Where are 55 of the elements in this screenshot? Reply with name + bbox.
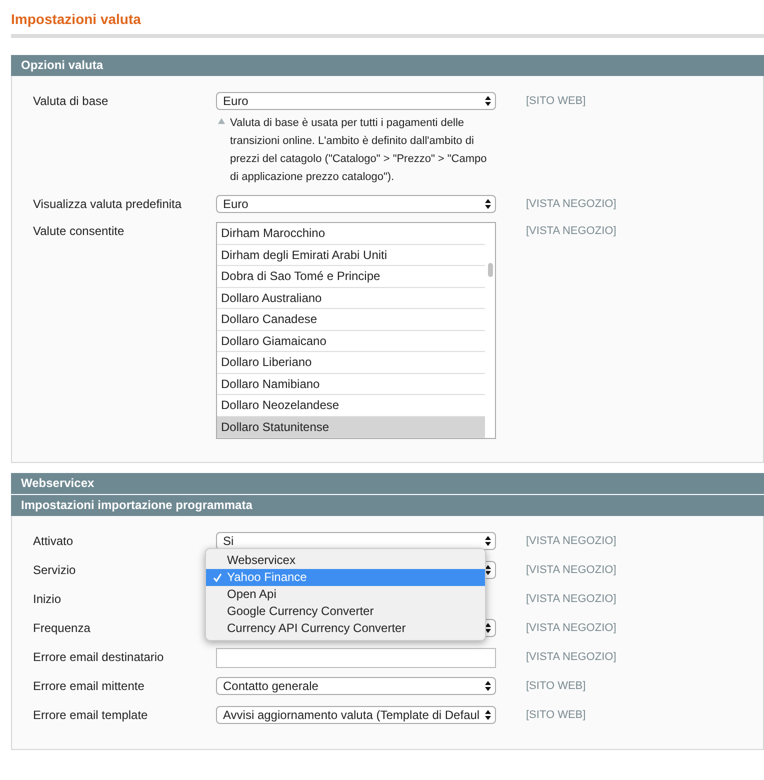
scope-label: [SITO WEB]: [526, 679, 586, 693]
scope-label: [VISTA NEGOZIO]: [526, 197, 616, 211]
updown-arrows-icon: [485, 96, 491, 106]
section-header: Opzioni valuta: [11, 55, 764, 76]
scope-label: [VISTA NEGOZIO]: [526, 621, 616, 635]
scope-label: [VISTA NEGOZIO]: [526, 650, 616, 664]
field-label: Errore email mittente: [32, 678, 146, 693]
page-title: Impostazioni valuta: [11, 10, 142, 29]
field-label: Attivato: [32, 533, 74, 548]
field-label: Visualizza valuta predefinita: [32, 196, 183, 211]
select-field[interactable]: Avvisi aggiornamento valuta (Template di Defaul: [216, 706, 496, 724]
input-field[interactable]: [216, 648, 496, 668]
select-field[interactable]: Euro: [216, 92, 496, 110]
field-label: Valute consentite: [32, 223, 126, 238]
list-item[interactable]: Dollaro Namibiano: [217, 374, 485, 395]
menu-item[interactable]: Open Api: [206, 586, 485, 603]
field-note: Valuta di base è usata per tutti i pagamenti delle transizioni online. L'ambito è definito dall'ambito di prezzi del catagolo ("Catalogo" > "Prezzo" > "Campo di applicazione prezzo catalogo").: [230, 116, 488, 185]
scrollbar-thumb[interactable]: [488, 263, 493, 277]
section-header: Webservicex: [11, 473, 764, 494]
updown-arrows-icon: [485, 710, 491, 720]
menu-item-label: Currency API Currency Converter: [227, 621, 406, 635]
updown-arrows-icon: [485, 199, 491, 209]
field-label: Inizio: [32, 591, 62, 606]
menu-item-label: Google Currency Converter: [227, 604, 374, 618]
scope-label: [VISTA NEGOZIO]: [526, 592, 616, 606]
menu-item-label: Yahoo Finance: [227, 570, 307, 584]
menu-item[interactable]: Webservicex: [206, 552, 485, 569]
updown-arrows-icon: [485, 681, 491, 691]
currency-list[interactable]: [216, 222, 496, 439]
section-header: Impostazioni importazione programmata: [11, 495, 764, 516]
list-item[interactable]: Dirham degli Emirati Arabi Uniti: [217, 244, 485, 266]
triangle-icon: [218, 118, 225, 124]
scope-label: [SITO WEB]: [526, 94, 586, 108]
select-field[interactable]: Euro: [216, 195, 496, 213]
menu-item[interactable]: Currency API Currency Converter: [206, 620, 485, 637]
list-item[interactable]: Dollaro Giamaicano: [217, 330, 485, 352]
checkmark-icon: [213, 573, 222, 582]
scope-label: [SITO WEB]: [526, 708, 586, 722]
updown-arrows-icon: [485, 623, 491, 633]
menu-item[interactable]: Google Currency Converter: [206, 603, 485, 620]
scope-label: [VISTA NEGOZIO]: [526, 563, 616, 577]
updown-arrows-icon: [485, 536, 491, 546]
list-item[interactable]: Dollaro Australiano: [217, 288, 485, 309]
menu-item-label: Open Api: [227, 587, 276, 601]
field-label: Errore email template: [32, 707, 149, 722]
select-field[interactable]: Contatto generale: [216, 677, 496, 695]
field-label: Frequenza: [32, 620, 92, 635]
scope-label: [VISTA NEGOZIO]: [526, 534, 616, 548]
field-label: Servizio: [32, 562, 77, 577]
scope-label: [VISTA NEGOZIO]: [526, 224, 616, 238]
field-label: Valuta di base: [32, 93, 110, 108]
list-item[interactable]: Dollaro Statunitense: [217, 416, 485, 438]
updown-arrows-icon: [485, 565, 491, 575]
menu-item-label: Webservicex: [227, 553, 296, 567]
field-label: Errore email destinatario: [32, 649, 165, 664]
